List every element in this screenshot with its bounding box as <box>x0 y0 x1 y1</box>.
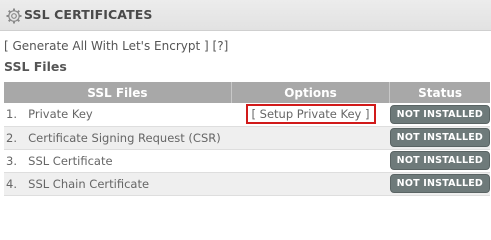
column-header-options: Options <box>231 82 391 103</box>
table-header-row: SSL Files Options Status <box>4 82 490 103</box>
section-header: SSL CERTIFICATES <box>0 0 491 31</box>
actions-bar: [ Generate All With Let's Encrypt ] [?] <box>4 39 228 53</box>
file-name: Certificate Signing Request (CSR) <box>28 126 232 150</box>
file-name: SSL Chain Certificate <box>28 172 232 196</box>
ssl-files-table: SSL Files Options Status 1. Private Key … <box>4 82 490 196</box>
status-cell: NOT INSTALLED <box>389 172 490 196</box>
column-header-status: Status <box>389 82 490 103</box>
options-cell: [ Setup Private Key ] <box>231 103 390 127</box>
column-header-ssl-files: SSL Files <box>4 82 232 103</box>
setup-private-key-link[interactable]: [ Setup Private Key ] <box>245 104 376 125</box>
table-row: 2. Certificate Signing Request (CSR) NOT… <box>4 126 490 150</box>
options-cell <box>231 172 390 196</box>
status-badge: NOT INSTALLED <box>389 104 490 124</box>
file-name: Private Key <box>28 103 232 127</box>
options-cell <box>231 149 390 173</box>
row-number: 3. <box>4 149 29 173</box>
status-cell: NOT INSTALLED <box>389 149 490 173</box>
status-badge: NOT INSTALLED <box>389 151 490 170</box>
status-badge: NOT INSTALLED <box>389 128 490 147</box>
table-row: 3. SSL Certificate NOT INSTALLED <box>4 149 490 173</box>
row-number: 1. <box>4 103 29 127</box>
status-cell: NOT INSTALLED <box>389 103 490 127</box>
section-title: SSL Files <box>4 59 67 74</box>
status-cell: NOT INSTALLED <box>389 126 490 150</box>
page-title: SSL CERTIFICATES <box>24 7 153 22</box>
row-number: 2. <box>4 126 29 150</box>
status-badge: NOT INSTALLED <box>389 174 490 193</box>
help-link[interactable]: [?] <box>213 39 229 53</box>
table-row: 4. SSL Chain Certificate NOT INSTALLED <box>4 172 490 196</box>
generate-letsencrypt-link[interactable]: Generate All With Let's Encrypt <box>13 39 201 53</box>
bracket-open: [ <box>4 39 13 53</box>
gear-icon <box>6 8 22 24</box>
file-name: SSL Certificate <box>28 149 232 173</box>
options-cell <box>231 126 390 150</box>
row-number: 4. <box>4 172 29 196</box>
bracket-close: ] <box>200 39 209 53</box>
table-row: 1. Private Key [ Setup Private Key ] NOT… <box>4 103 490 127</box>
